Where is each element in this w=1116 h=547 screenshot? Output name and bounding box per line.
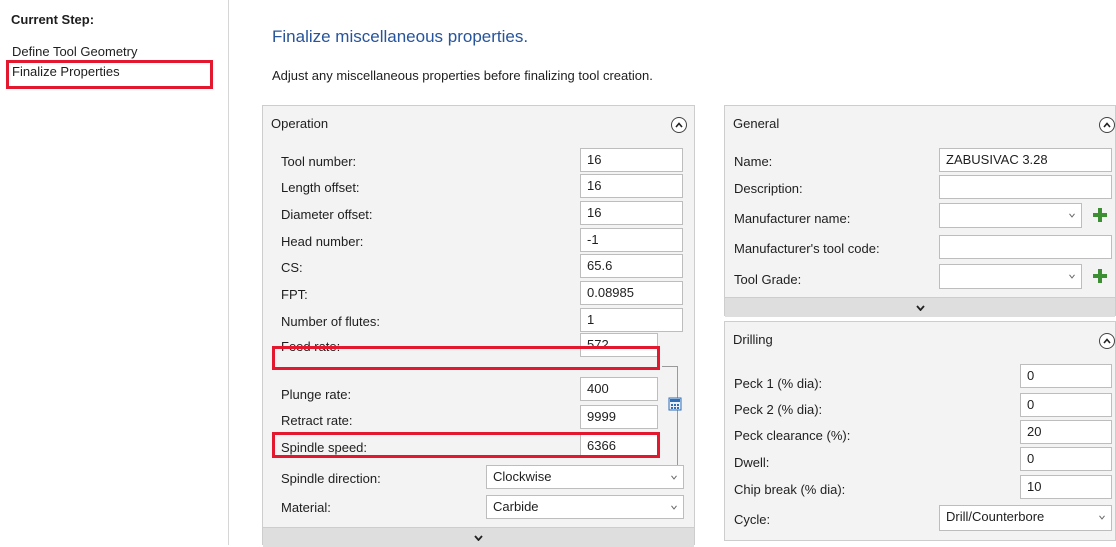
chevron-down-icon xyxy=(915,304,925,311)
peck-1-input[interactable]: 0 xyxy=(1020,364,1112,388)
drilling-panel-title: Drilling xyxy=(733,332,773,347)
dropdown-arrow-icon xyxy=(671,505,677,510)
rate-link-bracket xyxy=(662,366,678,468)
retract-rate-input[interactable]: 9999 xyxy=(580,405,658,429)
peck-clearance-input[interactable]: 20 xyxy=(1020,420,1112,444)
retract-rate-label: Retract rate: xyxy=(281,413,353,428)
feed-rate-label: Feed rate: xyxy=(281,339,341,354)
dropdown-arrow-icon xyxy=(1099,515,1105,520)
chevron-up-icon xyxy=(1103,122,1111,128)
fpt-input[interactable]: 0.08985 xyxy=(580,281,683,305)
general-collapse-button[interactable] xyxy=(1099,117,1115,133)
fpt-label: FPT: xyxy=(281,287,308,302)
spindle-direction-label: Spindle direction: xyxy=(281,471,381,486)
manufacturer-name-label: Manufacturer name: xyxy=(734,211,851,226)
head-number-input[interactable]: -1 xyxy=(580,228,683,252)
manufacturer-tool-code-input[interactable] xyxy=(939,235,1112,259)
add-tool-grade-plus-icon[interactable] xyxy=(1092,268,1108,284)
spindle-speed-input[interactable]: 6366 xyxy=(580,434,658,458)
operation-collapse-button[interactable] xyxy=(671,117,687,133)
number-of-flutes-input[interactable]: 1 xyxy=(580,308,683,332)
chevron-down-icon xyxy=(474,534,483,541)
feed-rate-input[interactable]: 572 xyxy=(580,333,658,357)
spindle-direction-value: Clockwise xyxy=(493,469,552,484)
spindle-direction-select[interactable]: Clockwise xyxy=(486,465,684,489)
cycle-label: Cycle: xyxy=(734,512,771,527)
cycle-select[interactable]: Drill/Counterbore xyxy=(939,505,1112,531)
material-select[interactable]: Carbide xyxy=(486,495,684,519)
description-label: Description: xyxy=(734,181,803,196)
peck-clearance-label: Peck clearance (%): xyxy=(734,428,851,443)
plunge-rate-label: Plunge rate: xyxy=(281,387,352,402)
page-description: Adjust any miscellaneous properties befo… xyxy=(272,68,653,83)
operation-expand-footer[interactable] xyxy=(263,527,694,547)
peck-2-label: Peck 2 (% dia): xyxy=(734,402,823,417)
step-finalize-properties[interactable]: Finalize Properties xyxy=(12,64,120,79)
diameter-offset-label: Diameter offset: xyxy=(281,207,373,222)
page-title: Finalize miscellaneous properties. xyxy=(272,27,529,46)
dropdown-arrow-icon xyxy=(671,475,677,480)
spindle-speed-label: Spindle speed: xyxy=(281,440,368,455)
operation-panel-title: Operation xyxy=(271,116,329,131)
dwell-label: Dwell: xyxy=(734,455,770,470)
sidebar-divider xyxy=(228,0,229,545)
peck-1-label: Peck 1 (% dia): xyxy=(734,376,823,391)
general-panel-title: General xyxy=(733,116,780,131)
material-value: Carbide xyxy=(493,499,539,514)
chevron-up-icon xyxy=(675,122,683,128)
dropdown-arrow-icon xyxy=(1069,274,1075,279)
length-offset-label: Length offset: xyxy=(281,180,360,195)
chip-break-label: Chip break (% dia): xyxy=(734,482,846,497)
plunge-rate-input[interactable]: 400 xyxy=(580,377,658,401)
dwell-input[interactable]: 0 xyxy=(1020,447,1112,471)
cs-label: CS: xyxy=(281,260,303,275)
description-input[interactable] xyxy=(939,175,1112,199)
chevron-up-icon xyxy=(1103,338,1111,344)
diameter-offset-input[interactable]: 16 xyxy=(580,201,683,225)
tool-number-label: Tool number: xyxy=(281,154,357,169)
add-manufacturer-plus-icon[interactable] xyxy=(1092,207,1108,223)
cs-input[interactable]: 65.6 xyxy=(580,254,683,278)
manufacturer-name-select[interactable] xyxy=(939,203,1082,228)
tool-number-input[interactable]: 16 xyxy=(580,148,683,172)
tool-grade-select[interactable] xyxy=(939,264,1082,289)
tool-name-label: Name: xyxy=(734,154,773,169)
number-of-flutes-label: Number of flutes: xyxy=(281,314,380,329)
head-number-label: Head number: xyxy=(281,234,364,249)
peck-2-input[interactable]: 0 xyxy=(1020,393,1112,417)
calculator-icon[interactable] xyxy=(668,397,682,411)
step-define-tool-geometry[interactable]: Define Tool Geometry xyxy=(12,44,138,59)
chip-break-input[interactable]: 10 xyxy=(1020,475,1112,499)
tool-name-input[interactable]: ZABUSIVAC 3.28 xyxy=(939,148,1112,172)
length-offset-input[interactable]: 16 xyxy=(580,174,683,198)
cycle-value: Drill/Counterbore xyxy=(946,509,1045,524)
general-expand-footer[interactable] xyxy=(725,297,1115,317)
tool-grade-label: Tool Grade: xyxy=(734,272,802,287)
material-label: Material: xyxy=(281,500,331,515)
manufacturer-tool-code-label: Manufacturer's tool code: xyxy=(734,241,880,256)
steps-sidebar: Current Step: Define Tool Geometry Final… xyxy=(0,0,228,545)
current-step-title: Current Step: xyxy=(11,12,95,27)
dropdown-arrow-icon xyxy=(1069,213,1075,218)
drilling-collapse-button[interactable] xyxy=(1099,333,1115,349)
